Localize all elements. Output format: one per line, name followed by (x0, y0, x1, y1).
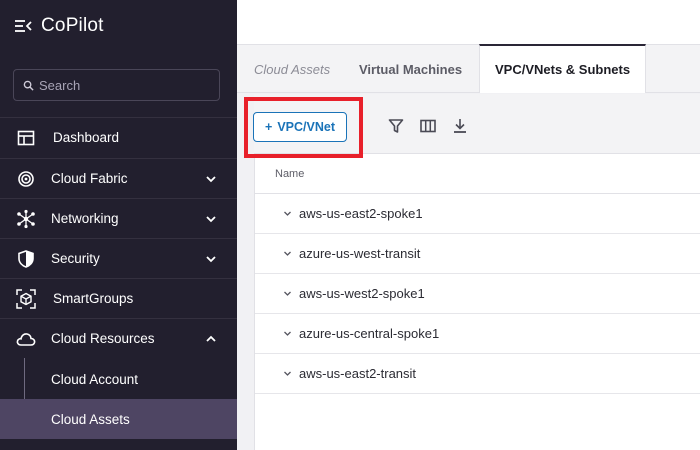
sidebar-item-cloud-fabric[interactable]: Cloud Fabric (0, 158, 237, 198)
top-bar (237, 0, 700, 45)
tab-bar: Cloud Assets Virtual Machines VPC/VNets … (237, 44, 700, 93)
smartgroups-icon (16, 288, 36, 309)
chevron-down-icon[interactable] (283, 249, 292, 258)
collapse-menu-icon[interactable] (14, 17, 32, 35)
column-header-name[interactable]: Name (275, 168, 304, 180)
sidebar-item-label: SmartGroups (53, 291, 134, 306)
table-row[interactable]: aws-us-east2-transit (255, 354, 700, 394)
sidebar-item-security[interactable]: Security (0, 238, 237, 278)
brand: CoPilot (14, 14, 104, 38)
sidebar-item-label: Security (51, 251, 100, 266)
sidebar-item-networking[interactable]: Networking (0, 198, 237, 238)
app-title: CoPilot (41, 15, 104, 36)
cloud-fabric-icon (16, 169, 36, 189)
chevron-down-icon (206, 215, 216, 222)
networking-icon (16, 209, 36, 229)
add-button-label: VPC/VNet (277, 120, 335, 134)
search-input[interactable] (39, 77, 209, 93)
search-icon (23, 80, 34, 91)
sidebar-subitem-cloud-assets[interactable]: Cloud Assets (0, 399, 237, 439)
filter-icon[interactable] (388, 118, 404, 134)
row-name: aws-us-west2-spoke1 (299, 286, 425, 301)
chevron-down-icon[interactable] (283, 369, 292, 378)
chevron-down-icon[interactable] (283, 289, 292, 298)
table-row[interactable]: azure-us-west-transit (255, 234, 700, 274)
sidebar-subitem-label: Cloud Assets (51, 411, 130, 427)
sidebar: CoPilot Dashboard Cloud Fabric Networkin… (0, 0, 237, 450)
table-row[interactable]: azure-us-central-spoke1 (255, 314, 700, 354)
tab-cloud-assets[interactable]: Cloud Assets (254, 45, 330, 93)
add-vpc-vnet-button[interactable]: + VPC/VNet (253, 112, 347, 142)
chevron-up-icon (206, 335, 216, 342)
dashboard-icon (16, 128, 36, 148)
row-name: aws-us-east2-transit (299, 366, 417, 381)
table-row[interactable]: aws-us-west2-spoke1 (255, 274, 700, 314)
chevron-down-icon[interactable] (283, 209, 292, 218)
cloud-icon (16, 329, 36, 349)
shield-icon (16, 249, 36, 269)
sidebar-item-label: Cloud Fabric (51, 171, 128, 186)
sidebar-item-dashboard[interactable]: Dashboard (0, 117, 237, 157)
sidebar-subitem-cloud-account[interactable]: Cloud Account (0, 359, 237, 399)
table-header: Name (255, 154, 700, 194)
download-icon[interactable] (452, 118, 468, 134)
plus-icon: + (265, 120, 273, 134)
search-box[interactable] (13, 69, 220, 101)
sidebar-item-label: Cloud Resources (51, 331, 155, 346)
sidebar-item-smartgroups[interactable]: SmartGroups (0, 278, 237, 318)
sidebar-item-label: Dashboard (53, 130, 120, 145)
row-name: azure-us-west-transit (299, 246, 421, 261)
sidebar-item-cloud-resources[interactable]: Cloud Resources (0, 318, 237, 358)
chevron-down-icon (206, 255, 216, 262)
tab-vpc-vnets-subnets[interactable]: VPC/VNets & Subnets (479, 44, 647, 93)
sidebar-item-label: Networking (51, 211, 119, 226)
sidebar-subitem-label: Cloud Account (51, 371, 139, 387)
chevron-down-icon (206, 175, 216, 182)
row-name: azure-us-central-spoke1 (299, 326, 440, 341)
chevron-down-icon[interactable] (283, 329, 292, 338)
tab-virtual-machines[interactable]: Virtual Machines (359, 45, 462, 93)
columns-icon[interactable] (420, 118, 436, 134)
row-name: aws-us-east2-spoke1 (299, 206, 423, 221)
assets-table: Name aws-us-east2-spoke1 azure-us-west-t… (254, 154, 700, 450)
table-row[interactable]: aws-us-east2-spoke1 (255, 194, 700, 234)
